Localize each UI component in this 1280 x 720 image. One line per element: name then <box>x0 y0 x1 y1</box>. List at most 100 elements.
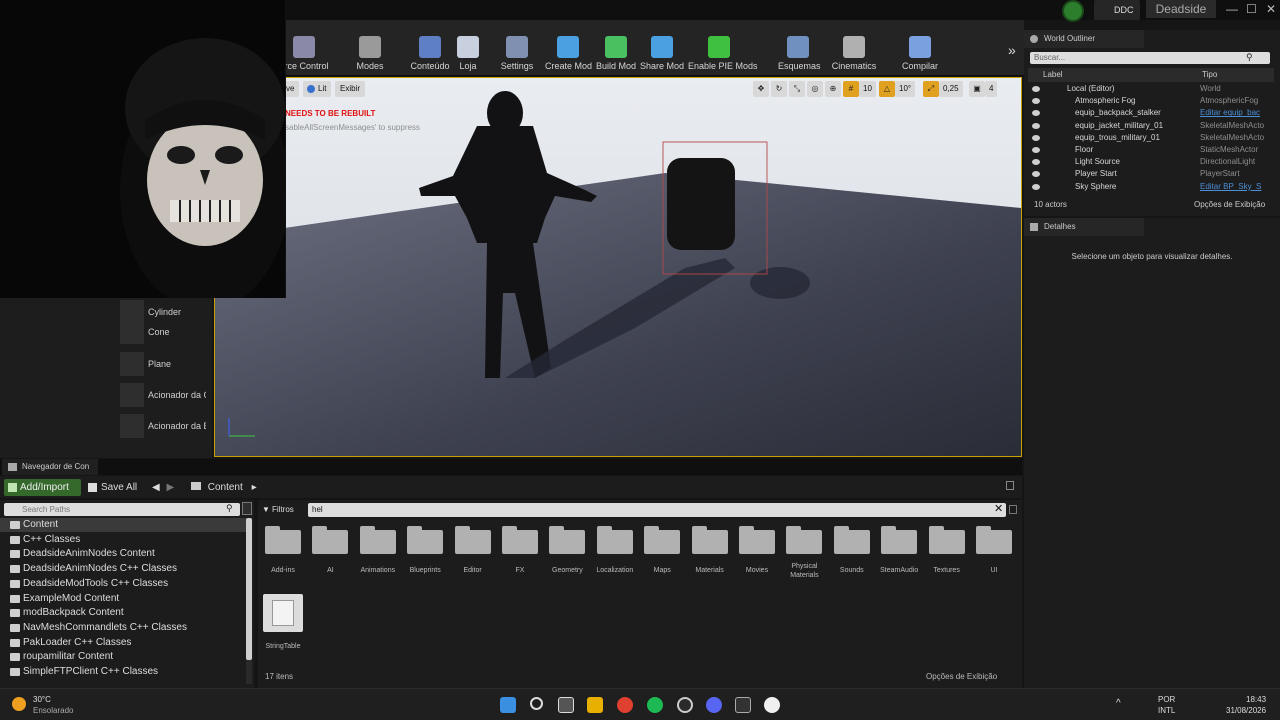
filters-button[interactable]: ▼ Filtros <box>262 503 294 517</box>
content-folder-icon[interactable] <box>786 526 823 554</box>
clock-time[interactable]: 18:43 <box>1246 695 1266 705</box>
content-folder-icon[interactable] <box>359 526 396 554</box>
content-folder-icon[interactable] <box>454 526 491 554</box>
content-folder-icon[interactable] <box>739 526 775 554</box>
toolbar-button-share-mod[interactable]: Share Mod <box>640 20 684 76</box>
content-folder-icon[interactable] <box>596 526 633 554</box>
world-local-icon[interactable]: ◎ <box>807 81 823 97</box>
content-folder-icon[interactable] <box>928 526 965 554</box>
scale-snap-icon[interactable]: ⤢ <box>923 81 939 97</box>
scale-icon[interactable]: ⤡ <box>789 81 805 97</box>
mode-item[interactable]: Plane <box>118 350 210 378</box>
forward-icon[interactable]: ▶ <box>166 482 174 493</box>
show-button[interactable]: Exibir <box>335 81 366 97</box>
toolbar-button-enable-pie[interactable]: Enable PIE Mods <box>688 20 758 76</box>
label-column-header[interactable]: Label <box>1043 68 1063 82</box>
start-icon[interactable] <box>500 697 516 713</box>
language-top[interactable]: POR <box>1158 695 1175 705</box>
visibility-eye-icon[interactable] <box>1032 98 1040 105</box>
path-tree-item[interactable]: PakLoader C++ Classes <box>0 636 246 650</box>
outliner-row[interactable]: Floor StaticMeshActor <box>1028 144 1274 156</box>
visibility-eye-icon[interactable] <box>1032 171 1040 178</box>
path-tree-item[interactable]: Content <box>0 518 246 532</box>
task-view-icon[interactable] <box>558 697 574 713</box>
content-browser-tab[interactable]: Navegador de Con <box>2 459 98 475</box>
path-tree-item[interactable]: ExampleMod Content <box>0 592 246 606</box>
terminal-icon[interactable] <box>735 697 751 713</box>
paths-scrollbar[interactable] <box>246 518 252 684</box>
paths-filter-icon[interactable] <box>242 502 252 515</box>
content-folder-icon[interactable] <box>407 526 444 554</box>
ddc-button[interactable]: DDC <box>1094 0 1140 20</box>
content-folder-icon[interactable] <box>833 526 870 554</box>
outliner-view-options[interactable]: Opções de Exibição <box>1194 200 1265 209</box>
search-icon[interactable] <box>530 697 543 710</box>
content-folder-icon[interactable] <box>265 526 301 554</box>
grid-snap-icon[interactable]: # <box>843 81 859 97</box>
add-import-button[interactable]: Add/Import <box>4 479 81 496</box>
weather-temp[interactable]: 30°C <box>33 695 51 705</box>
project-tab[interactable]: Deadside <box>1146 0 1216 18</box>
asset-search-input[interactable]: hel <box>308 503 1006 517</box>
string-table-asset[interactable] <box>263 594 303 632</box>
visibility-eye-icon[interactable] <box>1032 134 1040 141</box>
content-folder-icon[interactable] <box>881 526 918 554</box>
toolbar-button-compile[interactable]: Compilar <box>898 20 942 76</box>
path-tree-item[interactable]: NavMeshCommandlets C++ Classes <box>0 621 246 635</box>
asset-view-options[interactable]: Opções de Exibição <box>926 672 997 681</box>
maximize-button[interactable]: ☐ <box>1246 2 1257 16</box>
visibility-eye-icon[interactable] <box>1032 147 1040 153</box>
content-folder-icon[interactable] <box>549 526 586 554</box>
toolbar-button-build-mod[interactable]: Build Mod <box>594 20 638 76</box>
ue-logo-icon[interactable] <box>1062 0 1084 22</box>
mode-item[interactable]: Acionador da E <box>118 412 210 440</box>
level-viewport[interactable]: ve Lit Exibir ✥ ↻ ⤡ ◎ ⊕ # 10 △ 10° ⤢ 0,2… <box>214 77 1022 457</box>
edit-blueprint-link[interactable]: Editar BP_Sky_S <box>1200 181 1266 193</box>
outliner-row[interactable]: equip_trous_military_01 SkeletalMeshActo <box>1028 132 1274 144</box>
toolbar-button-cinematics[interactable]: Cinematics <box>830 20 878 76</box>
toolbar-button-modes[interactable]: Modes <box>350 20 390 76</box>
toolbar-button-settings[interactable]: Settings <box>496 20 538 76</box>
details-tab[interactable]: Detalhes <box>1024 218 1144 236</box>
clear-search-icon[interactable]: ✕ <box>994 502 1003 515</box>
rotate-icon[interactable]: ↻ <box>771 81 787 97</box>
chrome-icon[interactable] <box>617 697 633 713</box>
camera-speed-icon[interactable]: ▣ <box>969 81 985 97</box>
path-tree-item[interactable]: DeadsideModTools C++ Classes <box>0 577 246 591</box>
breadcrumb-arrow-icon[interactable]: ▸ <box>252 482 257 493</box>
path-tree-item[interactable]: C++ Classes <box>0 533 246 547</box>
rotation-snap-icon[interactable]: △ <box>879 81 895 97</box>
discord-icon[interactable] <box>706 697 722 713</box>
visibility-eye-icon[interactable] <box>1032 86 1040 92</box>
outliner-search-input[interactable]: Buscar... <box>1030 52 1270 64</box>
path-tree-item[interactable]: roupamilitar Content <box>0 650 246 664</box>
content-folder-icon[interactable] <box>976 526 1012 554</box>
camera-speed-value[interactable]: 4 <box>985 81 998 97</box>
lock-icon[interactable] <box>1006 481 1014 490</box>
toolbar-button-blueprints[interactable]: Esquemas <box>778 20 821 76</box>
save-all-button[interactable]: Save All <box>88 479 137 496</box>
type-column-header[interactable]: Tipo <box>1202 68 1217 82</box>
lit-button[interactable]: Lit <box>303 81 332 97</box>
visibility-eye-icon[interactable] <box>1032 122 1040 129</box>
rotation-snap-value[interactable]: 10° <box>895 81 916 97</box>
breadcrumb-content[interactable]: Content <box>208 482 243 493</box>
visibility-eye-icon[interactable] <box>1032 110 1040 117</box>
outliner-row[interactable]: equip_jacket_military_01 SkeletalMeshActo <box>1028 120 1274 132</box>
path-tree-item[interactable]: SimpleFTPClient C++ Classes <box>0 665 246 679</box>
toolbar-overflow-button[interactable]: » <box>1008 42 1016 58</box>
mode-item[interactable]: Cone <box>118 318 210 346</box>
scale-snap-value[interactable]: 0,25 <box>939 81 963 97</box>
back-icon[interactable]: ◀ <box>152 482 160 493</box>
content-folder-icon[interactable] <box>691 526 728 554</box>
obs-icon[interactable] <box>677 697 693 713</box>
save-search-icon[interactable] <box>1009 505 1017 514</box>
path-tree-item[interactable]: modBackpack Content <box>0 606 246 620</box>
outliner-row[interactable]: Light Source DirectionalLight <box>1028 156 1274 168</box>
weather-icon[interactable] <box>12 697 26 711</box>
surface-snap-icon[interactable]: ⊕ <box>825 81 841 97</box>
content-folder-icon[interactable] <box>312 526 349 554</box>
unreal-engine-icon[interactable] <box>764 697 780 713</box>
file-explorer-icon[interactable] <box>587 697 603 713</box>
path-tree-item[interactable]: DeadsideAnimNodes Content <box>0 547 246 561</box>
